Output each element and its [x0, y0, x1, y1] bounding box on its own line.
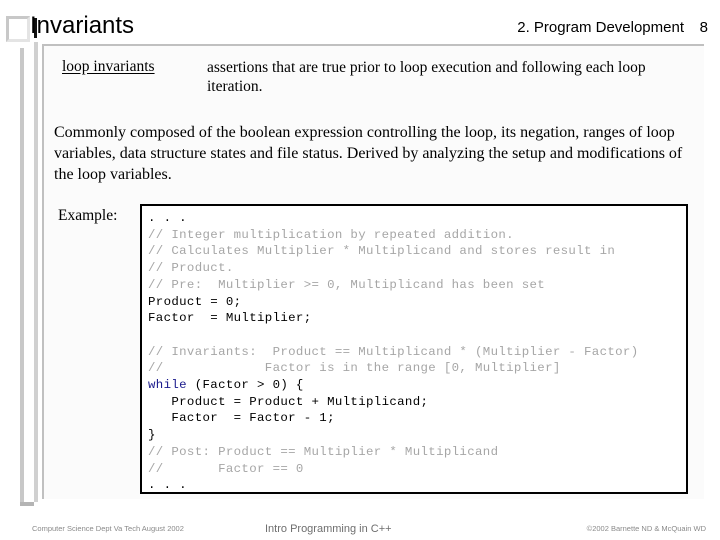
code-line: . . . [148, 478, 187, 493]
code-line: Factor = Factor - 1; [148, 411, 335, 426]
left-rail-inner [34, 42, 38, 502]
definition-text: assertions that are true prior to loop e… [207, 59, 646, 95]
header-section-label: 2. Program Development [517, 19, 684, 36]
content-panel: loop invariants assertions that are true… [42, 44, 704, 499]
header-page-number: 8 [699, 19, 708, 36]
code-lines-container: . . . // Integer multiplication by repeat… [148, 210, 686, 493]
code-line: // Factor == 0 [148, 461, 304, 476]
body-paragraph: Commonly composed of the boolean express… [54, 124, 683, 183]
page-title: Invariants [30, 12, 135, 39]
left-rail-outer [20, 48, 24, 506]
code-line: // Factor is in the range [0, Multiplier… [148, 361, 561, 376]
footer-center-text: Intro Programming in C++ [265, 523, 392, 535]
code-line: // Invariants: Product == Multiplicand *… [148, 344, 639, 359]
code-line: // Calculates Multiplier * Multiplicand … [148, 244, 616, 259]
example-code-block: . . . // Integer multiplication by repeat… [140, 204, 688, 494]
code-line: Product = 0; [148, 294, 242, 309]
footer-left-text: Computer Science Dept Va Tech August 200… [32, 524, 184, 533]
code-line: // Integer multiplication by repeated ad… [148, 227, 514, 242]
footer-right-text: ©2002 Barnette ND & McQuain WD [586, 524, 706, 533]
slide-canvas: Invariants 2. Program Development 8 loop… [0, 0, 720, 540]
code-line: . . . [148, 211, 187, 225]
code-line: } [148, 428, 156, 443]
code-line: while (Factor > 0) { [148, 378, 304, 393]
code-line: // Post: Product == Multiplier * Multipl… [148, 444, 499, 459]
code-line: Factor = Multiplier; [148, 311, 312, 326]
code-keyword: while [148, 378, 187, 393]
code-line: // Pre: Multiplier >= 0, Multiplicand ha… [148, 277, 546, 292]
code-line: // Product. [148, 261, 234, 276]
definition-term: loop invariants [62, 58, 155, 75]
decorative-square-icon [6, 16, 30, 42]
example-label: Example: [58, 207, 118, 224]
code-line: Product = Product + Multiplicand; [148, 394, 429, 409]
left-rail-outer-foot [20, 502, 34, 506]
